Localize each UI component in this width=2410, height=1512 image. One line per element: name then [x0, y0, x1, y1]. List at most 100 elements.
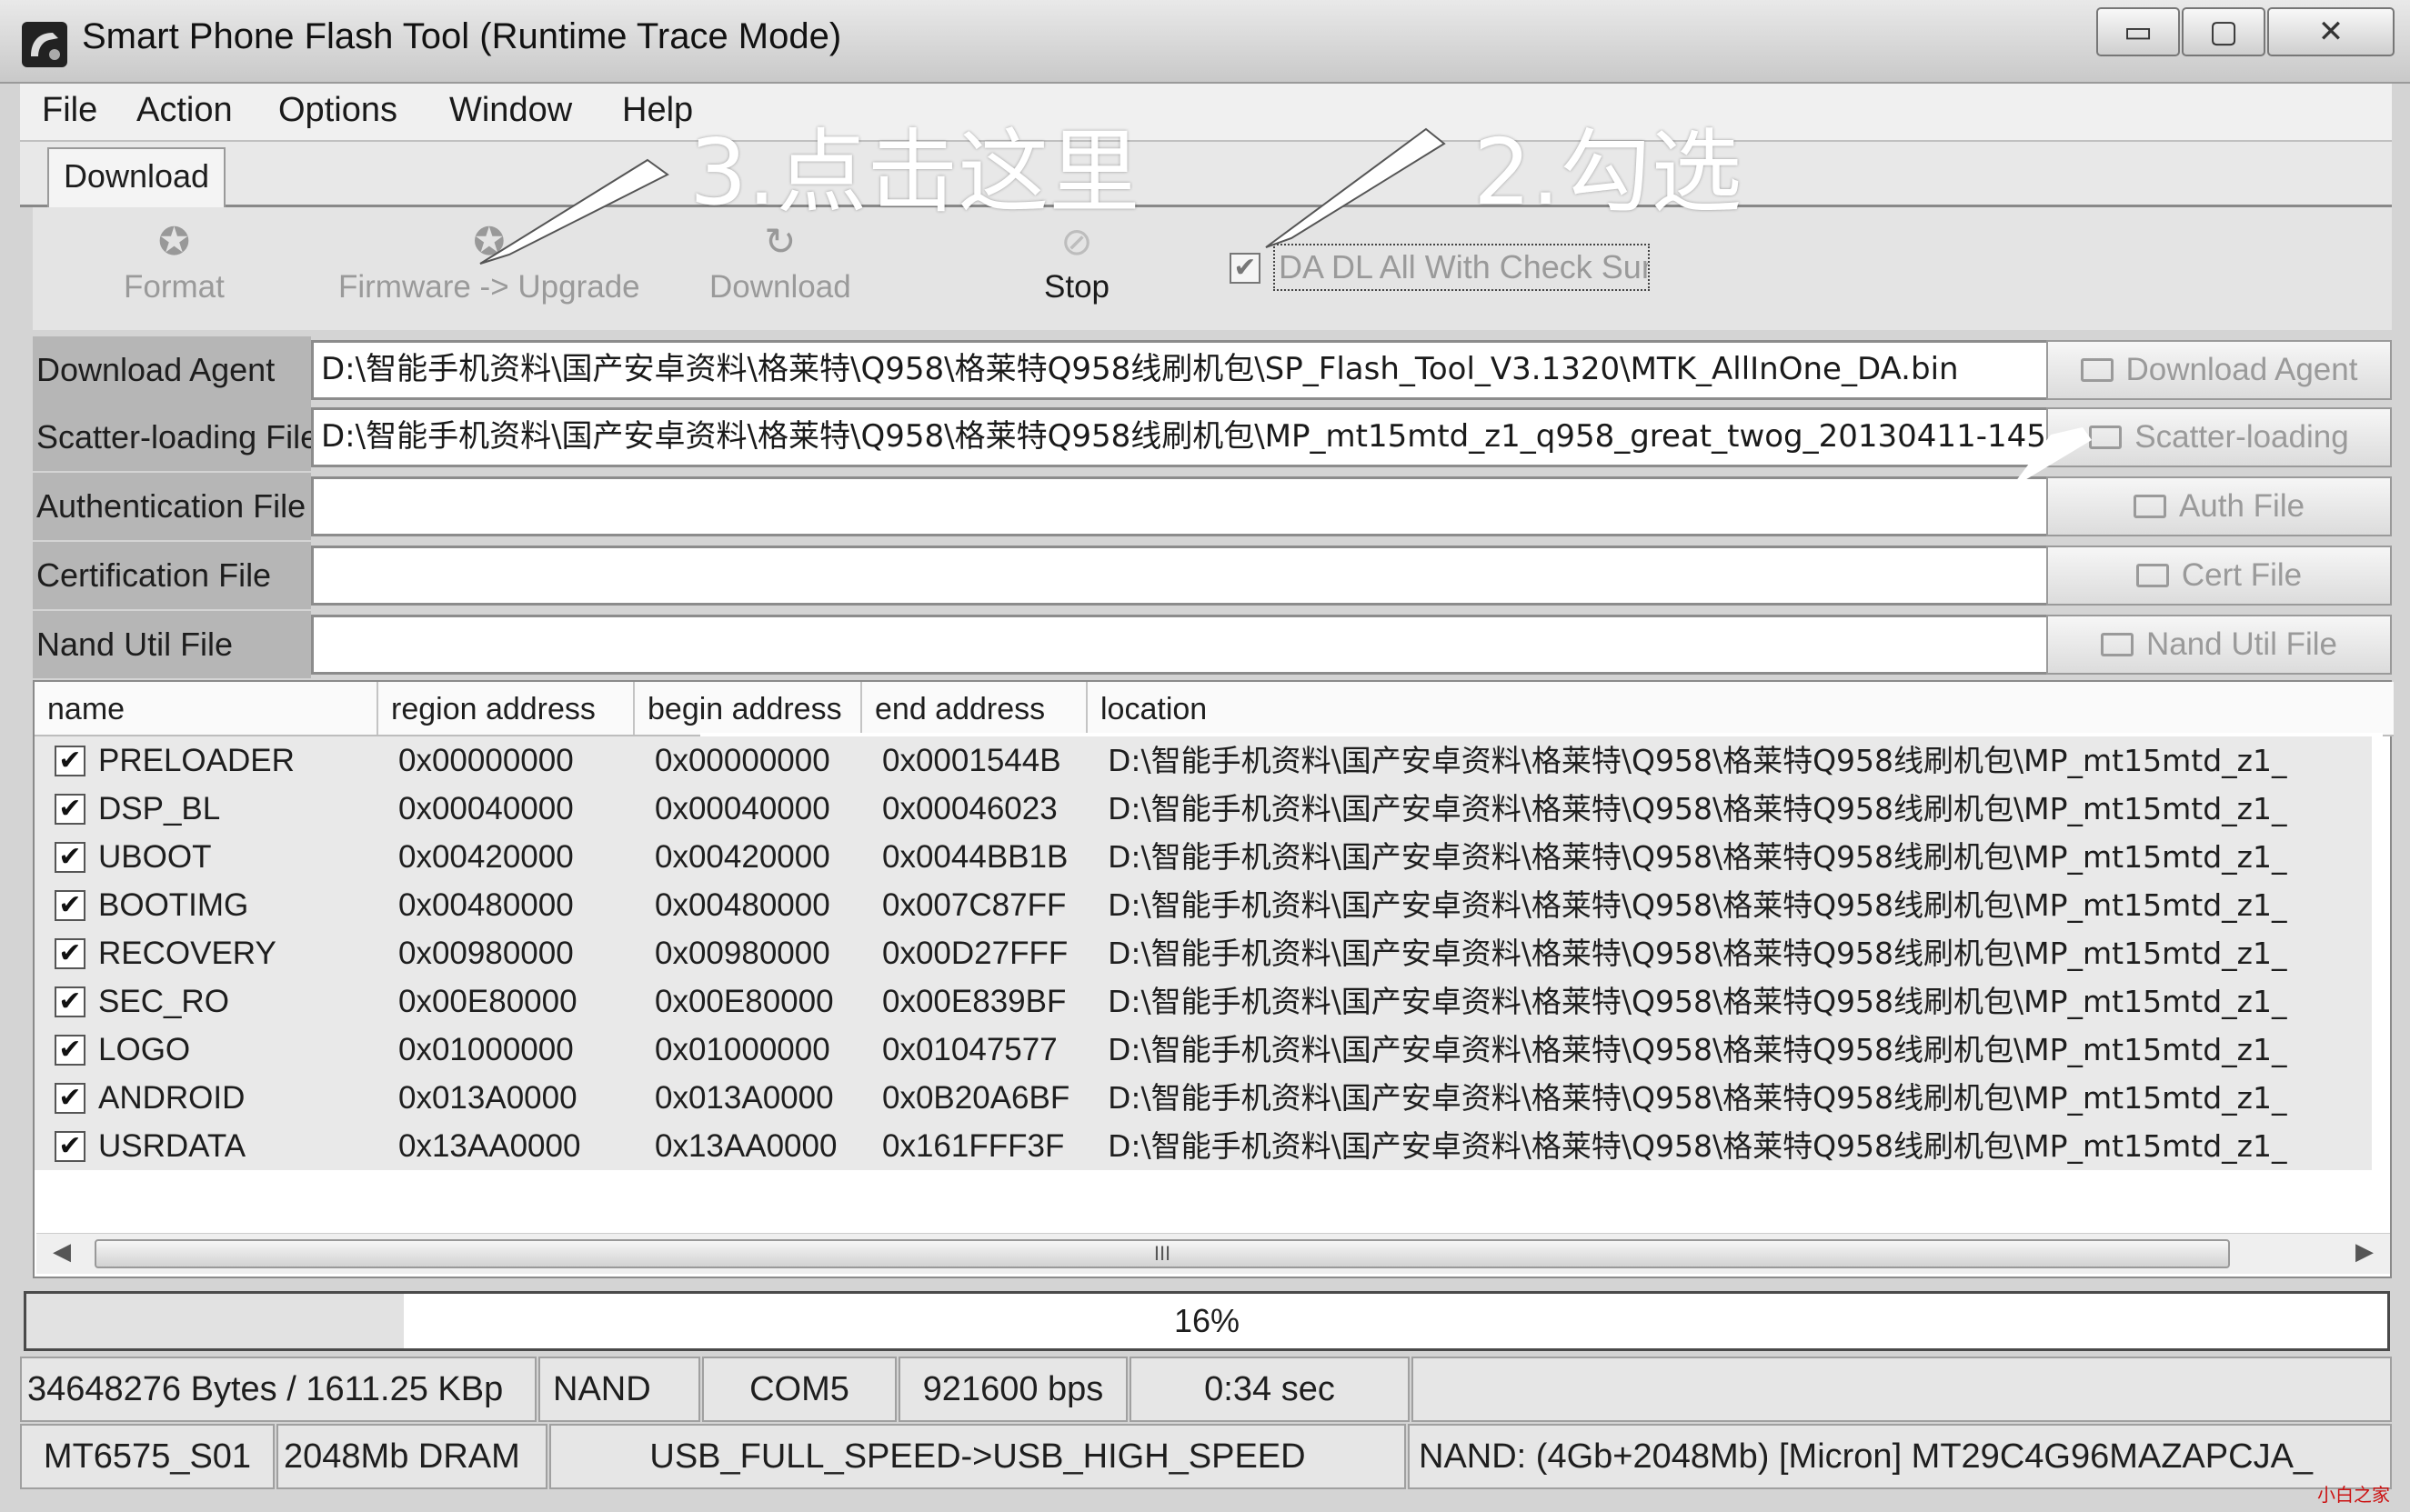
table-row[interactable]: ✔ UBOOT 0x00420000 0x00420000 0x0044BB1B D:\智…	[35, 833, 2372, 881]
partition-checkbox[interactable]: ✔	[55, 986, 85, 1017]
format-button[interactable]: ✪ Format	[124, 222, 225, 305]
download-agent-button[interactable]: Download Agent	[2046, 340, 2392, 400]
region-address: 0x00420000	[398, 839, 574, 875]
menu-action[interactable]: Action	[136, 91, 233, 130]
partition-name: PRELOADER	[98, 743, 295, 778]
table-row[interactable]: ✔ ANDROID 0x013A0000 0x013A0000 0x0B20A6BF D:…	[35, 1074, 2372, 1122]
check-mark-icon: ✔	[58, 938, 82, 968]
authentication-input[interactable]	[311, 476, 2066, 536]
download-agent-label: Download Agent	[33, 336, 311, 404]
table-row[interactable]: ✔ BOOTIMG 0x00480000 0x00480000 0x007C87FF D:…	[35, 881, 2372, 929]
scrollbar-thumb[interactable]: III	[95, 1239, 2230, 1268]
annotation-step-2: 2.勾选	[1473, 119, 1742, 225]
partition-checkbox[interactable]: ✔	[55, 794, 85, 825]
column-header-region-address[interactable]: region address	[378, 682, 635, 735]
file-selection-panel: Download Agent D:\智能手机资料\国产安卓资料\格莱特\Q958…	[33, 336, 2392, 682]
file-row-certification: Certification File Cert File	[33, 542, 2392, 609]
region-address: 0x00040000	[398, 791, 574, 826]
column-header-location[interactable]: location	[1088, 682, 2394, 735]
check-mark-icon: ✔	[58, 890, 82, 920]
scroll-left-arrow-icon[interactable]: ◀	[53, 1237, 71, 1266]
column-header-begin-address[interactable]: begin address	[635, 682, 862, 735]
maximize-button[interactable]: ▢	[2182, 7, 2265, 56]
partition-location: D:\智能手机资料\国产安卓资料\格莱特\Q958\格莱特Q958线刷机包\MP…	[1108, 887, 2287, 923]
nand-util-button[interactable]: Nand Util File	[2046, 615, 2392, 675]
partition-name: ANDROID	[98, 1080, 246, 1116]
column-header-end-address[interactable]: end address	[862, 682, 1088, 735]
end-address: 0x0044BB1B	[882, 839, 1069, 875]
table-row[interactable]: ✔ USRDATA 0x13AA0000 0x13AA0000 0x161FFF3F D:…	[35, 1122, 2372, 1170]
menu-bar: File Action Options Window Help	[20, 84, 2392, 142]
table-row[interactable]: ✔ SEC_RO 0x00E80000 0x00E80000 0x00E839BF D:\…	[35, 977, 2372, 1026]
partition-checkbox[interactable]: ✔	[55, 842, 85, 873]
certification-input[interactable]	[311, 546, 2066, 606]
check-mark-icon: ✔	[58, 746, 82, 776]
begin-address: 0x00420000	[655, 839, 830, 875]
status-baud-rate: 921600 bps	[899, 1357, 1128, 1422]
menu-help[interactable]: Help	[622, 91, 693, 130]
folder-open-icon	[2080, 358, 2114, 382]
end-address: 0x00046023	[882, 791, 1058, 826]
menu-window[interactable]: Window	[449, 91, 572, 130]
download-agent-button-label: Download Agent	[2125, 352, 2358, 387]
firmware-upgrade-icon: ✪	[473, 220, 506, 263]
column-header-name[interactable]: name	[35, 682, 378, 735]
format-icon: ✪	[157, 220, 191, 263]
region-address: 0x00480000	[398, 887, 574, 923]
download-label: Download	[709, 269, 851, 305]
partition-checkbox[interactable]: ✔	[55, 1131, 85, 1162]
download-button[interactable]: ↻ Download	[709, 222, 851, 305]
menu-file[interactable]: File	[42, 91, 97, 130]
begin-address: 0x00000000	[655, 743, 830, 778]
format-label: Format	[124, 269, 225, 305]
checksum-label[interactable]: DA DL All With Check Sum	[1273, 244, 1650, 291]
table-header: name region address begin address end ad…	[35, 682, 2394, 736]
minimize-button[interactable]: ▭	[2096, 7, 2180, 56]
table-row[interactable]: ✔ LOGO 0x01000000 0x01000000 0x01047577 D:\智能…	[35, 1026, 2372, 1074]
begin-address: 0x00980000	[655, 936, 830, 971]
authentication-label: Authentication File	[33, 473, 311, 540]
close-button[interactable]: ✕	[2267, 7, 2395, 56]
toolbar: ✪ Format ✪ Firmware -> Upgrade ↻ Downloa…	[33, 207, 2392, 330]
region-address: 0x13AA0000	[398, 1128, 581, 1164]
partition-location: D:\智能手机资料\国产安卓资料\格莱特\Q958\格莱特Q958线刷机包\MP…	[1108, 839, 2287, 875]
folder-open-icon	[2100, 633, 2134, 656]
progress-percent: 16%	[1173, 1302, 1240, 1339]
nand-util-input[interactable]	[311, 615, 2066, 675]
scatter-loading-label: Scatter-loading File	[33, 404, 311, 471]
file-row-download-agent: Download Agent D:\智能手机资料\国产安卓资料\格莱特\Q958…	[33, 336, 2392, 404]
cert-file-button[interactable]: Cert File	[2046, 546, 2392, 606]
table-row[interactable]: ✔ PRELOADER 0x00000000 0x00000000 0x0001544B…	[35, 736, 2372, 785]
check-mark-icon: ✔	[58, 986, 82, 1016]
scatter-loading-input[interactable]: D:\智能手机资料\国产安卓资料\格莱特\Q958\格莱特Q958线刷机包\MP…	[311, 407, 2066, 467]
auth-file-button[interactable]: Auth File	[2046, 476, 2392, 536]
region-address: 0x01000000	[398, 1032, 574, 1067]
checksum-checkbox[interactable]: ✔	[1230, 253, 1260, 284]
scatter-loading-button[interactable]: Scatter-loading	[2046, 407, 2392, 467]
partition-checkbox[interactable]: ✔	[55, 1083, 85, 1114]
table-row[interactable]: ✔ RECOVERY 0x00980000 0x00980000 0x00D27FFF D…	[35, 929, 2372, 977]
tab-strip: Download	[20, 142, 2392, 207]
partition-checkbox[interactable]: ✔	[55, 1035, 85, 1066]
end-address: 0x01047577	[882, 1032, 1058, 1067]
check-mark-icon: ✔	[58, 1131, 82, 1161]
menu-options[interactable]: Options	[278, 91, 397, 130]
progress-bar: 16%	[24, 1291, 2390, 1351]
firmware-upgrade-button[interactable]: ✪ Firmware -> Upgrade	[338, 222, 640, 305]
table-row[interactable]: ✔ DSP_BL 0x00040000 0x00040000 0x00046023 D:\…	[35, 785, 2372, 833]
status-chip: MT6575_S01	[20, 1424, 275, 1489]
check-mark-icon: ✔	[58, 1083, 82, 1113]
horizontal-scrollbar[interactable]: ◀ III ▶	[36, 1233, 2390, 1274]
scroll-right-arrow-icon[interactable]: ▶	[2355, 1237, 2374, 1266]
end-address: 0x0001544B	[882, 743, 1061, 778]
download-agent-input[interactable]: D:\智能手机资料\国产安卓资料\格莱特\Q958\格莱特Q958线刷机包\SP…	[311, 340, 2066, 400]
begin-address: 0x00480000	[655, 887, 830, 923]
partition-checkbox[interactable]: ✔	[55, 890, 85, 921]
status-ram: 2048Mb DRAM	[276, 1424, 547, 1489]
partition-checkbox[interactable]: ✔	[55, 746, 85, 776]
partition-checkbox[interactable]: ✔	[55, 938, 85, 969]
status-elapsed-time: 0:34 sec	[1130, 1357, 1410, 1422]
tab-download[interactable]: Download	[47, 147, 226, 207]
stop-button[interactable]: ⊘ Stop	[1044, 222, 1110, 305]
region-address: 0x00000000	[398, 743, 574, 778]
